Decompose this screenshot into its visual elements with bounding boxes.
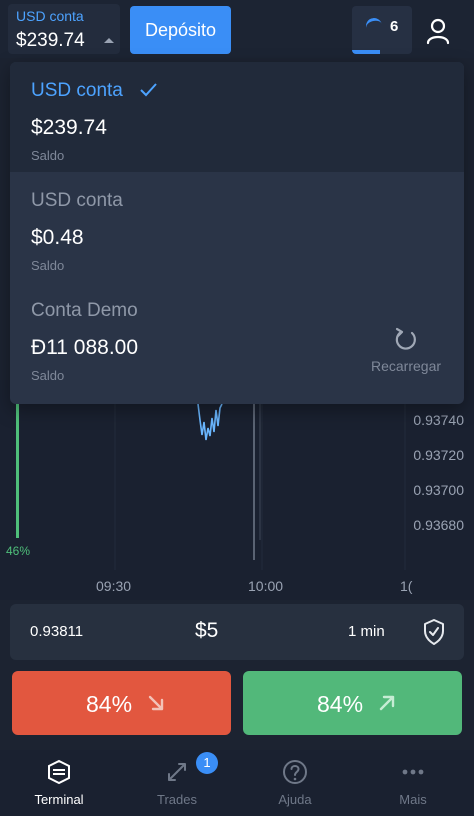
bottom-nav: Terminal 1 Trades Ajuda Mais xyxy=(0,750,474,816)
account-option-label: Saldo xyxy=(31,368,65,383)
account-option-label: Saldo xyxy=(31,148,65,163)
trade-duration[interactable]: 1 min xyxy=(348,623,385,640)
nav-label: Mais xyxy=(399,792,427,807)
account-option-name: Conta Demo xyxy=(31,300,138,321)
time-tick: 10:00 xyxy=(248,578,284,594)
account-option-amount: $0.48 xyxy=(31,226,84,249)
price-chart[interactable]: 0.93740 0.93720 0.93700 0.93680 46% 09:3… xyxy=(0,380,474,600)
trade-settings-panel: 0.93811 $5 1 min xyxy=(10,604,464,660)
reload-button[interactable]: Recarregar xyxy=(364,326,448,376)
sentiment-percent: 46% xyxy=(6,544,31,558)
notifications-button[interactable]: 6 xyxy=(352,6,412,54)
sell-payout: 84% xyxy=(86,691,133,717)
trades-badge: 1 xyxy=(196,752,218,774)
nav-terminal[interactable]: Terminal xyxy=(4,750,114,816)
top-bar: USD conta $239.74 Depósito 6 xyxy=(0,0,474,58)
price-tick: 0.93720 xyxy=(413,447,464,463)
account-name: USD conta xyxy=(16,8,84,24)
nav-trades[interactable]: 1 Trades xyxy=(122,750,232,816)
reload-label: Recarregar xyxy=(370,358,442,374)
trade-amount[interactable]: $5 xyxy=(195,619,218,643)
sentiment-bar xyxy=(16,400,19,538)
deposit-button[interactable]: Depósito xyxy=(130,6,231,54)
account-option-amount: Đ11 088.00 xyxy=(31,336,139,359)
more-icon xyxy=(402,769,424,775)
trades-icon xyxy=(168,763,186,781)
user-icon xyxy=(426,18,450,45)
sell-button[interactable]: 84% xyxy=(12,671,231,735)
account-selector[interactable]: USD conta $239.74 xyxy=(8,4,120,54)
price-line xyxy=(197,403,223,441)
account-option[interactable]: USD conta $239.74 Saldo xyxy=(10,62,464,172)
price-tick: 0.93680 xyxy=(413,517,464,533)
check-icon xyxy=(140,83,157,97)
time-tick: 09:30 xyxy=(96,578,132,594)
nav-label: Terminal xyxy=(34,792,84,807)
price-tick: 0.93700 xyxy=(413,482,464,498)
progress-indicator xyxy=(352,50,380,54)
account-balance: $239.74 xyxy=(16,30,85,51)
account-option[interactable]: USD conta $0.48 Saldo xyxy=(10,172,464,282)
nav-label: Ajuda xyxy=(278,792,312,807)
chart-canvas xyxy=(114,380,406,570)
arrow-up-right-icon xyxy=(379,695,395,711)
notification-count: 6 xyxy=(390,18,399,35)
current-price: 0.93811 xyxy=(30,623,84,640)
terminal-icon xyxy=(48,759,70,785)
arrow-down-right-icon xyxy=(148,695,164,711)
caret-up-icon xyxy=(104,38,114,43)
account-option-name: USD conta xyxy=(31,80,123,101)
account-option-name: USD conta xyxy=(31,190,123,211)
reload-icon xyxy=(395,327,416,350)
help-icon xyxy=(283,760,307,784)
account-option-label: Saldo xyxy=(31,258,65,273)
nav-label: Trades xyxy=(157,792,197,807)
price-tick: 0.93740 xyxy=(413,412,464,428)
nav-help[interactable]: Ajuda xyxy=(240,750,350,816)
level-arc-icon xyxy=(364,16,384,36)
buy-payout: 84% xyxy=(317,691,364,717)
profile-button[interactable] xyxy=(416,6,464,54)
shield-icon[interactable] xyxy=(422,618,446,646)
nav-more[interactable]: Mais xyxy=(358,750,468,816)
account-option-amount: $239.74 xyxy=(31,116,107,139)
buy-button[interactable]: 84% xyxy=(243,671,462,735)
time-tick: 1( xyxy=(400,578,413,594)
account-dropdown: USD conta $239.74 Saldo USD conta $0.48 … xyxy=(10,62,464,404)
